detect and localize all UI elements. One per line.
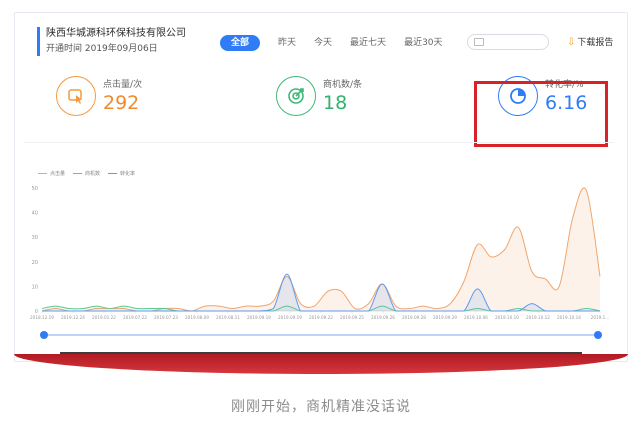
calendar-icon: [474, 38, 484, 46]
x-tick-label: 2019.09.26: [371, 315, 395, 320]
x-tick-label: 2018.12.19: [30, 315, 54, 320]
tab-all[interactable]: 全部: [220, 35, 261, 51]
line-chart: 010203040502018.12.19 2019.12.24 2019.01.2…: [30, 186, 610, 320]
x-tick-label: 2019.10.10: [495, 315, 519, 320]
legend-label: 点击量: [50, 171, 66, 177]
metric-leads-label: 商机数/条: [323, 79, 363, 90]
download-icon: ⇩: [567, 37, 576, 48]
legend-label: 商机数: [85, 171, 101, 177]
x-tick-label: 2019.09.28: [402, 315, 426, 320]
x-tick-label: 2019.1...: [591, 315, 610, 320]
legend-label: 转化率: [120, 171, 136, 177]
metric-clicks: 点击量/次 292: [56, 76, 142, 116]
series-area: [42, 187, 600, 311]
y-tick-label: 50: [32, 186, 38, 192]
metric-leads-value: 18: [323, 91, 348, 114]
zoom-slider-handle-right[interactable]: [594, 331, 602, 339]
metric-clicks-label: 点击量/次: [103, 79, 143, 90]
target-icon: [276, 76, 316, 116]
x-tick-label: 2019.08.09: [185, 315, 209, 320]
download-report-button[interactable]: ⇩ 下载报告: [567, 35, 613, 51]
click-icon: [56, 76, 96, 116]
open-date: 开通时间 2019年09月06日: [46, 44, 158, 54]
metric-clicks-value: 292: [103, 91, 140, 114]
x-tick-label: 2019.01.22: [92, 315, 116, 320]
x-tick-label: 2019.10.12: [526, 315, 550, 320]
y-tick-label: 20: [32, 260, 38, 266]
x-tick-label: 2019.09.29: [433, 315, 457, 320]
date-picker-input[interactable]: [467, 34, 549, 50]
company-info: 陕西华城源科环保科技有限公司 开通时间 2019年09月06日: [37, 27, 186, 56]
x-tick-label: 2019.08.11: [216, 315, 240, 320]
zoom-slider-track[interactable]: [44, 334, 598, 336]
tab-last-7-days[interactable]: 最近七天: [350, 35, 386, 51]
x-tick-label: 2019.09.19: [247, 315, 271, 320]
y-tick-label: 10: [32, 284, 38, 290]
legend-item[interactable]: 转化率: [108, 170, 135, 177]
tab-today[interactable]: 今天: [314, 35, 332, 51]
zoom-slider-handle-left[interactable]: [40, 331, 48, 339]
tab-last-30-days[interactable]: 最近30天: [404, 35, 442, 51]
x-tick-label: 2019.12.24: [61, 315, 85, 320]
divider: [24, 142, 614, 143]
x-tick-label: 2019.09.25: [340, 315, 364, 320]
x-tick-label: 2019.10.14: [557, 315, 581, 320]
y-tick-label: 40: [32, 211, 38, 217]
company-name: 陕西华城源科环保科技有限公司: [46, 28, 186, 39]
chart-legend: 点击量 商机数 转化率: [38, 170, 143, 177]
date-range-tabs: 全部 昨天 今天 最近七天 最近30天: [220, 35, 461, 51]
y-tick-label: 30: [32, 235, 38, 241]
tab-yesterday[interactable]: 昨天: [278, 35, 296, 51]
highlight-box: [474, 81, 608, 147]
metric-leads: 商机数/条 18: [276, 76, 362, 116]
x-tick-label: 2019.09.22: [309, 315, 333, 320]
decorative-red-band: [14, 354, 628, 374]
download-label: 下载报告: [577, 38, 614, 48]
x-tick-label: 2019.07.23: [154, 315, 178, 320]
legend-item[interactable]: 商机数: [73, 170, 100, 177]
x-tick-label: 2019.10.06: [464, 315, 488, 320]
legend-item[interactable]: 点击量: [38, 170, 65, 177]
x-tick-label: 2019.07.22: [123, 315, 147, 320]
x-tick-label: 2019.09.19: [278, 315, 302, 320]
caption: 刚刚开始，商机精准没话说: [231, 399, 411, 415]
